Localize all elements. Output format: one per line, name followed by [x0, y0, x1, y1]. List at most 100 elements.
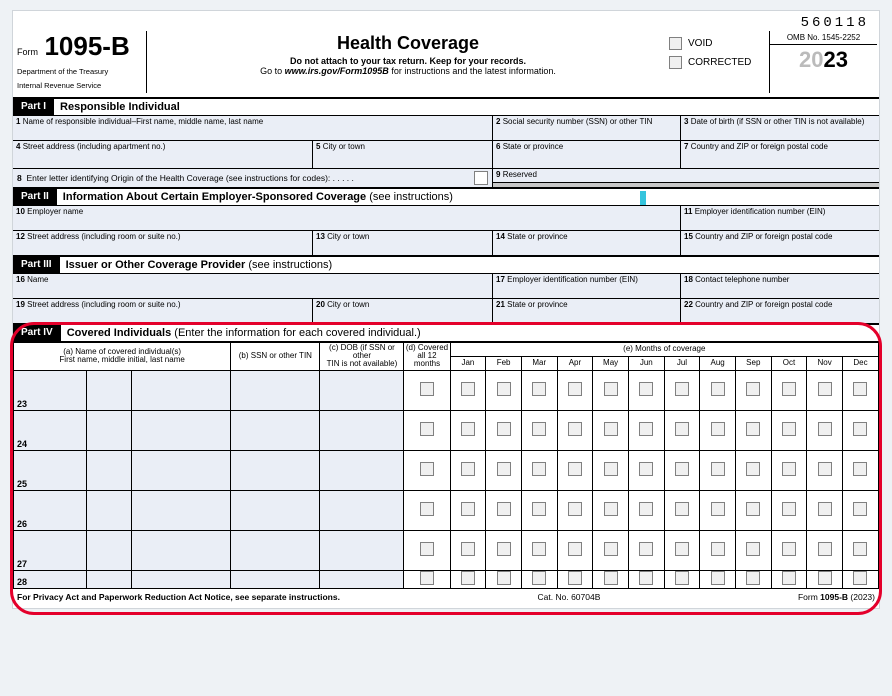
month-checkbox[interactable]: [782, 382, 796, 396]
month-checkbox[interactable]: [746, 542, 760, 556]
field-20[interactable]: 20 City or town: [313, 299, 493, 323]
month-checkbox[interactable]: [532, 422, 546, 436]
name-cell[interactable]: [131, 570, 231, 588]
month-checkbox[interactable]: [853, 502, 867, 516]
month-checkbox[interactable]: [818, 542, 832, 556]
month-checkbox[interactable]: [568, 502, 582, 516]
month-checkbox[interactable]: [746, 502, 760, 516]
covered-all-checkbox[interactable]: [420, 542, 434, 556]
field-7[interactable]: 7 Country and ZIP or foreign postal code: [681, 141, 879, 169]
month-checkbox[interactable]: [568, 571, 582, 585]
field-19[interactable]: 19 Street address (including room or sui…: [13, 299, 313, 323]
month-checkbox[interactable]: [746, 462, 760, 476]
field-4[interactable]: 4 Street address (including apartment no…: [13, 141, 313, 169]
month-checkbox[interactable]: [497, 382, 511, 396]
month-checkbox[interactable]: [461, 382, 475, 396]
month-checkbox[interactable]: [746, 422, 760, 436]
field-6[interactable]: 6 State or province: [493, 141, 681, 169]
month-checkbox[interactable]: [532, 502, 546, 516]
month-checkbox[interactable]: [532, 382, 546, 396]
month-checkbox[interactable]: [853, 422, 867, 436]
name-cell[interactable]: [131, 410, 231, 450]
month-checkbox[interactable]: [461, 462, 475, 476]
month-checkbox[interactable]: [818, 422, 832, 436]
field-5[interactable]: 5 City or town: [313, 141, 493, 169]
month-checkbox[interactable]: [639, 502, 653, 516]
covered-all-checkbox[interactable]: [420, 382, 434, 396]
month-checkbox[interactable]: [461, 542, 475, 556]
field-2[interactable]: 2 Social security number (SSN) or other …: [493, 116, 681, 140]
month-checkbox[interactable]: [461, 571, 475, 585]
field-10[interactable]: 10 Employer name: [13, 206, 681, 230]
month-checkbox[interactable]: [532, 542, 546, 556]
dob-cell[interactable]: [320, 450, 404, 490]
void-checkbox[interactable]: [669, 37, 682, 50]
month-checkbox[interactable]: [639, 571, 653, 585]
month-checkbox[interactable]: [853, 542, 867, 556]
month-checkbox[interactable]: [782, 502, 796, 516]
month-checkbox[interactable]: [675, 422, 689, 436]
month-checkbox[interactable]: [675, 382, 689, 396]
month-checkbox[interactable]: [853, 462, 867, 476]
month-checkbox[interactable]: [746, 382, 760, 396]
covered-all-checkbox[interactable]: [420, 462, 434, 476]
month-checkbox[interactable]: [604, 571, 618, 585]
month-checkbox[interactable]: [532, 571, 546, 585]
month-checkbox[interactable]: [746, 571, 760, 585]
ssn-cell[interactable]: [231, 450, 320, 490]
month-checkbox[interactable]: [461, 502, 475, 516]
month-checkbox[interactable]: [711, 542, 725, 556]
month-checkbox[interactable]: [568, 382, 582, 396]
month-checkbox[interactable]: [604, 422, 618, 436]
month-checkbox[interactable]: [639, 542, 653, 556]
dob-cell[interactable]: [320, 490, 404, 530]
field-16[interactable]: 16 Name: [13, 274, 493, 298]
month-checkbox[interactable]: [675, 571, 689, 585]
dob-cell[interactable]: [320, 570, 404, 588]
month-checkbox[interactable]: [675, 502, 689, 516]
field-11[interactable]: 11 Employer identification number (EIN): [681, 206, 879, 230]
month-checkbox[interactable]: [853, 382, 867, 396]
month-checkbox[interactable]: [497, 502, 511, 516]
field-3[interactable]: 3 Date of birth (if SSN or other TIN is …: [681, 116, 879, 140]
month-checkbox[interactable]: [639, 422, 653, 436]
name-cell[interactable]: [131, 490, 231, 530]
dob-cell[interactable]: [320, 530, 404, 570]
covered-all-checkbox[interactable]: [420, 571, 434, 585]
month-checkbox[interactable]: [853, 571, 867, 585]
name-cell[interactable]: [131, 450, 231, 490]
field-17[interactable]: 17 Employer identification number (EIN): [493, 274, 681, 298]
dob-cell[interactable]: [320, 370, 404, 410]
ssn-cell[interactable]: [231, 410, 320, 450]
name-cell[interactable]: [131, 530, 231, 570]
name-cell[interactable]: [87, 490, 131, 530]
covered-all-checkbox[interactable]: [420, 422, 434, 436]
ssn-cell[interactable]: [231, 530, 320, 570]
month-checkbox[interactable]: [497, 462, 511, 476]
name-cell[interactable]: [87, 410, 131, 450]
name-cell[interactable]: [87, 450, 131, 490]
field-18[interactable]: 18 Contact telephone number: [681, 274, 879, 298]
corrected-checkbox[interactable]: [669, 56, 682, 69]
month-checkbox[interactable]: [568, 542, 582, 556]
month-checkbox[interactable]: [568, 422, 582, 436]
month-checkbox[interactable]: [675, 542, 689, 556]
covered-all-checkbox[interactable]: [420, 502, 434, 516]
field-13[interactable]: 13 City or town: [313, 231, 493, 255]
field-21[interactable]: 21 State or province: [493, 299, 681, 323]
month-checkbox[interactable]: [604, 462, 618, 476]
month-checkbox[interactable]: [711, 382, 725, 396]
month-checkbox[interactable]: [639, 462, 653, 476]
month-checkbox[interactable]: [461, 422, 475, 436]
name-cell[interactable]: [131, 370, 231, 410]
month-checkbox[interactable]: [497, 422, 511, 436]
field-22[interactable]: 22 Country and ZIP or foreign postal cod…: [681, 299, 879, 323]
origin-code-box[interactable]: [474, 171, 488, 185]
month-checkbox[interactable]: [711, 571, 725, 585]
month-checkbox[interactable]: [604, 502, 618, 516]
name-cell[interactable]: [87, 570, 131, 588]
month-checkbox[interactable]: [497, 542, 511, 556]
month-checkbox[interactable]: [818, 571, 832, 585]
ssn-cell[interactable]: [231, 370, 320, 410]
month-checkbox[interactable]: [532, 462, 546, 476]
